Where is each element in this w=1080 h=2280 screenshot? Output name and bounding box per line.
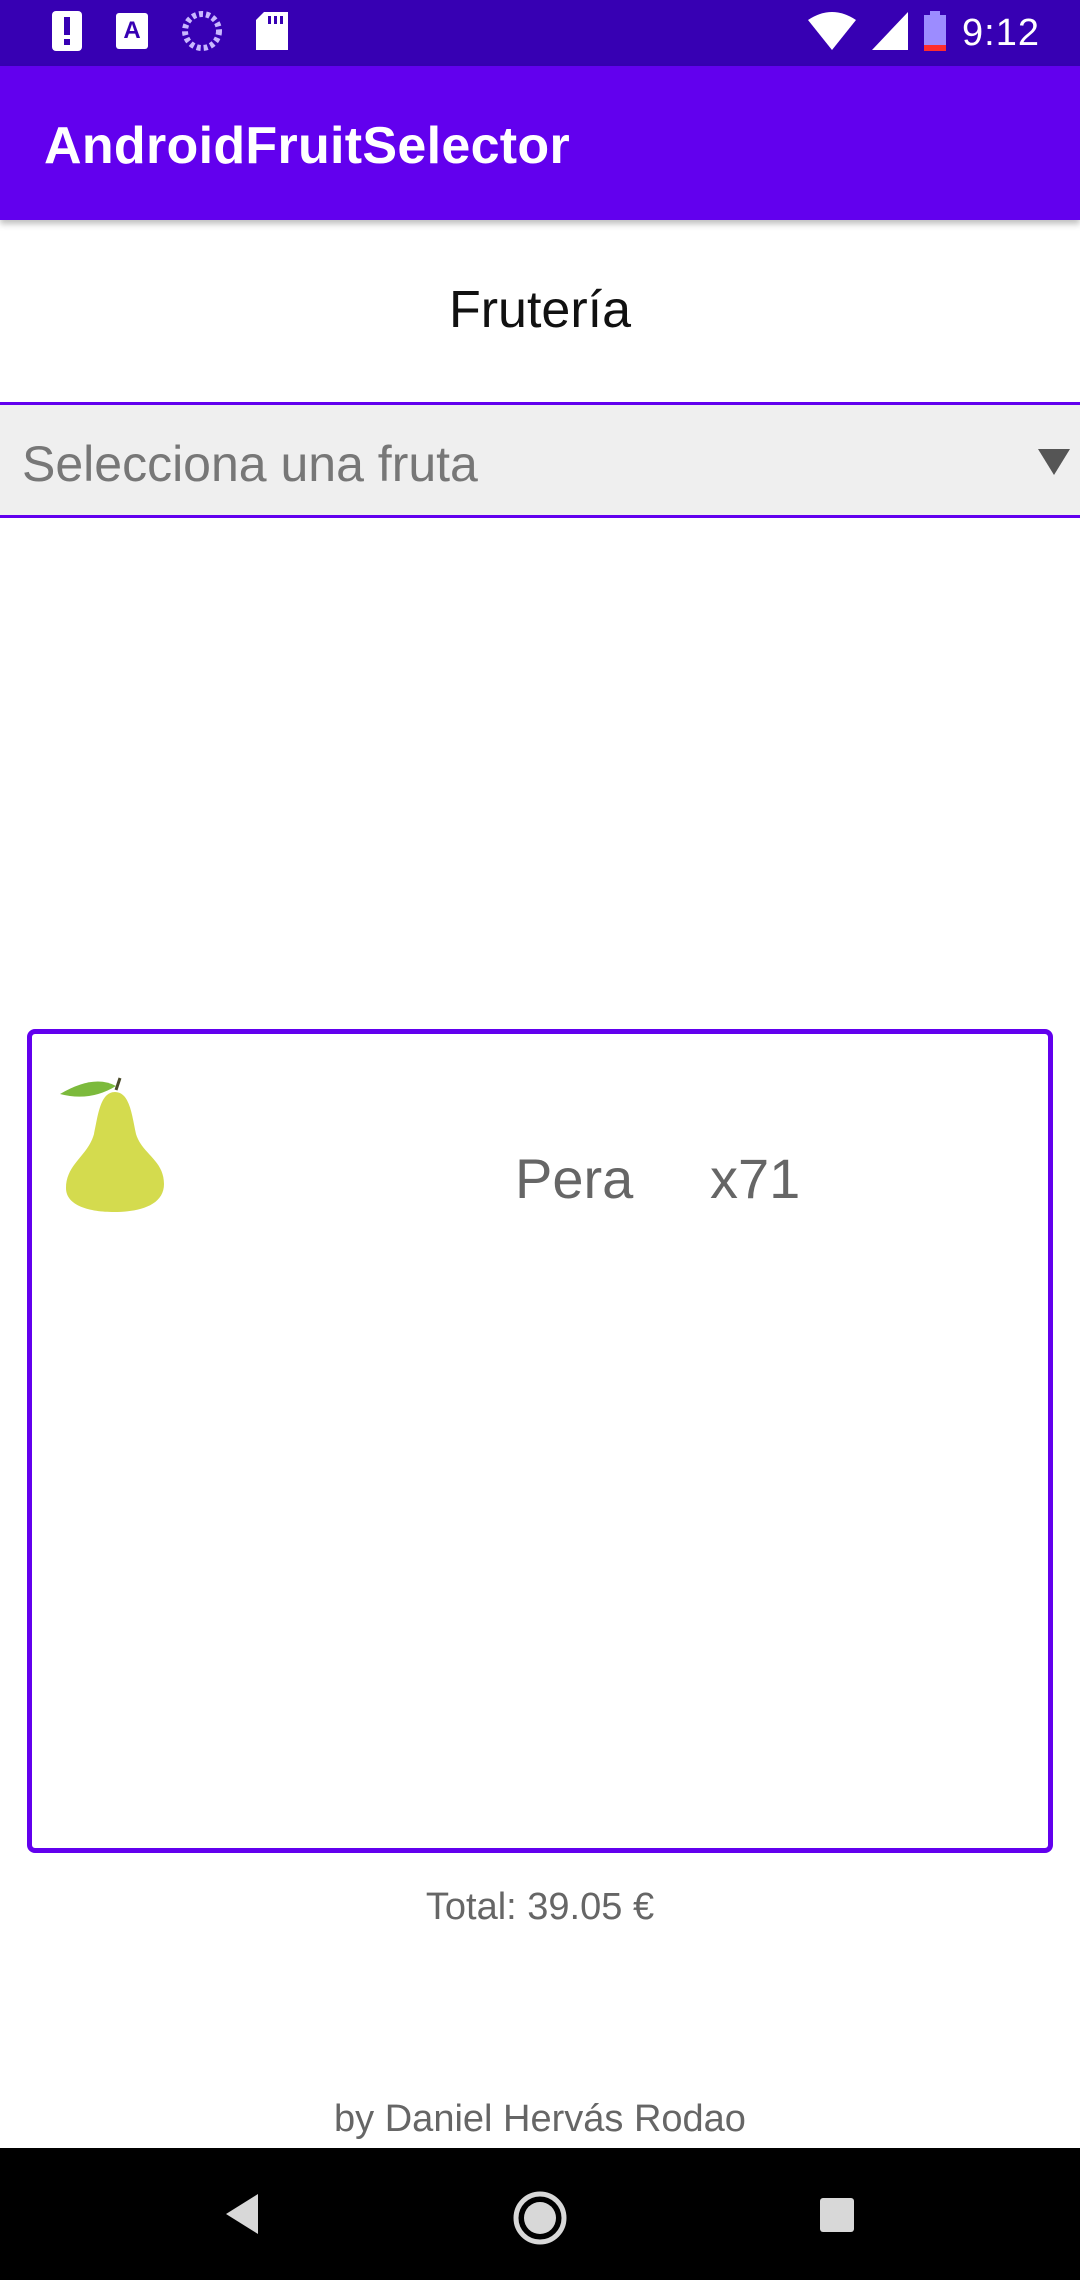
loading-icon — [182, 10, 222, 56]
app-title: AndroidFruitSelector — [44, 117, 571, 175]
total-label: Total: 39.05 € — [425, 1886, 655, 1928]
fruit-spinner[interactable]: Selecciona una fruta — [0, 402, 1080, 518]
battery-icon — [924, 10, 947, 56]
signal-icon — [872, 11, 909, 55]
author-credit: by Daniel Hervás Rodao — [334, 2098, 746, 2140]
navigation-bar — [0, 2148, 1080, 2280]
clock: 9:12 — [962, 11, 1040, 54]
fruit-quantity: x71 — [710, 1147, 801, 1210]
pear-icon — [60, 1076, 168, 1217]
fruit-name: Pera — [515, 1147, 634, 1210]
dropdown-arrow-icon[interactable] — [1038, 449, 1070, 475]
app-bar: AndroidFruitSelector — [0, 66, 1080, 220]
svg-text:A: A — [123, 17, 140, 44]
recents-icon[interactable] — [818, 2196, 856, 2239]
font-icon: A — [116, 12, 148, 54]
home-icon[interactable] — [510, 2188, 570, 2253]
back-icon[interactable] — [222, 2184, 262, 2249]
list-item[interactable]: Pera x71 — [60, 1076, 1020, 1216]
spinner-placeholder: Selecciona una fruta — [22, 436, 478, 492]
page-title: Frutería — [448, 281, 632, 339]
wifi-icon — [808, 11, 857, 55]
sd-card-icon — [256, 11, 288, 55]
status-bar: A 9:12 — [0, 0, 1080, 66]
alert-icon — [52, 10, 82, 56]
cart-list: Pera x71 — [27, 1029, 1053, 1853]
